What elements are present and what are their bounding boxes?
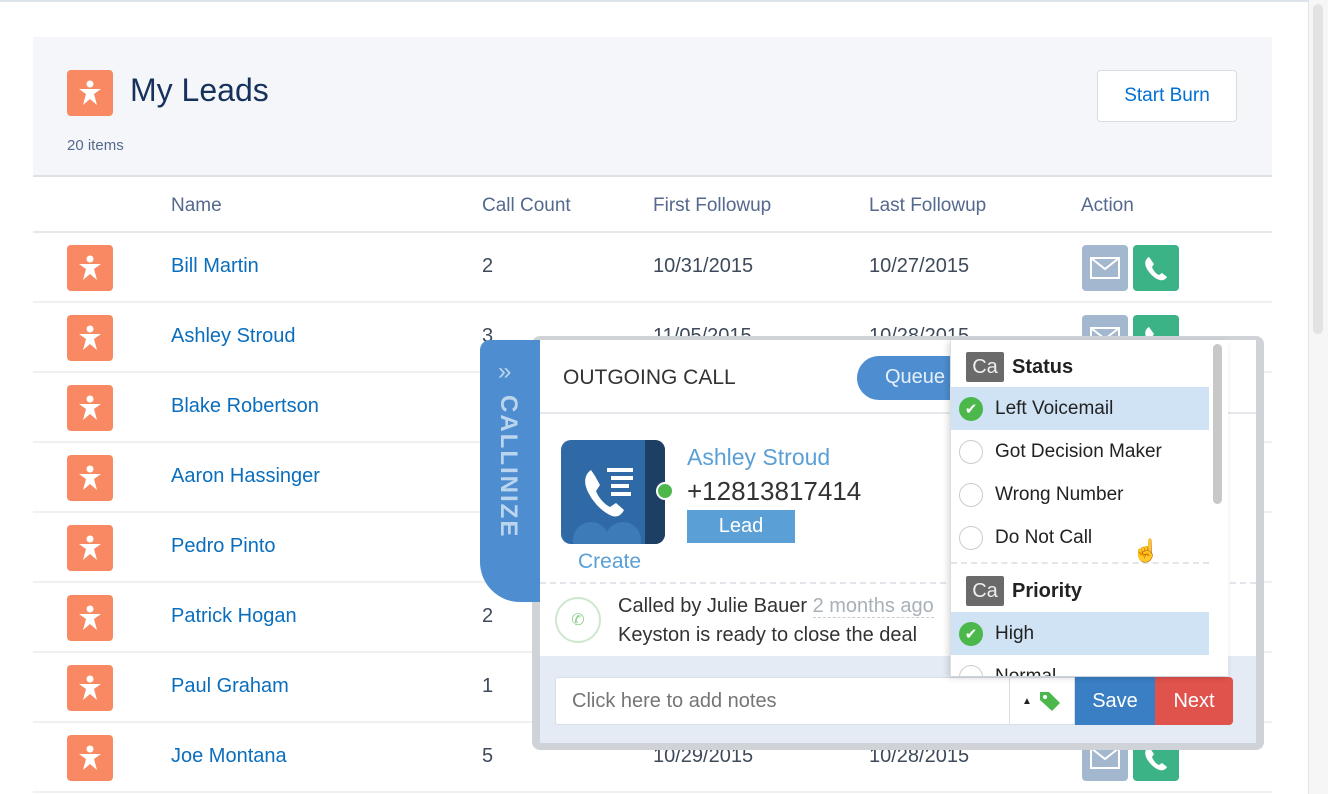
- radio-icon: [959, 664, 983, 676]
- item-count: 20 items: [67, 137, 124, 154]
- group-label: Status: [1012, 355, 1074, 378]
- option-normal[interactable]: Normal: [951, 655, 1209, 676]
- lead-icon: [67, 525, 113, 571]
- record-type-badge[interactable]: Lead: [687, 510, 795, 543]
- option-high[interactable]: ✔ High: [951, 612, 1209, 655]
- option-left-voicemail[interactable]: ✔ Left Voicemail: [951, 387, 1209, 430]
- lead-name-link[interactable]: Joe Montana: [171, 745, 287, 768]
- online-status-dot: [656, 482, 674, 500]
- lead-icon: [67, 455, 113, 501]
- column-header-first-followup[interactable]: First Followup: [653, 195, 771, 217]
- double-chevron-icon: »: [498, 358, 512, 385]
- group-badge: Ca: [966, 576, 1004, 606]
- brand-label: CALLINIZE: [495, 395, 522, 539]
- radio-icon: [959, 525, 983, 550]
- call-count: 5: [482, 745, 494, 767]
- mail-icon: [1090, 257, 1120, 279]
- call-button[interactable]: [1133, 245, 1179, 291]
- contact-phone: +12813817414: [687, 476, 862, 506]
- lead-icon: [67, 735, 113, 781]
- option-label: Do Not Call: [995, 526, 1093, 548]
- radio-icon: [959, 439, 983, 464]
- lead-icon: [67, 70, 113, 116]
- option-label: Normal: [995, 665, 1057, 677]
- table-row: Bill Martin 2 10/31/2015 10/27/2015: [33, 233, 1272, 303]
- lead-icon: [67, 315, 113, 361]
- check-icon: ✔: [959, 396, 983, 421]
- column-header-action: Action: [1081, 195, 1134, 216]
- divider: [951, 562, 1209, 564]
- phone-icon: [1145, 257, 1167, 281]
- last-followup: 10/27/2015: [869, 255, 970, 277]
- page-title: My Leads: [130, 72, 269, 108]
- lead-name-link[interactable]: Pedro Pinto: [171, 535, 276, 558]
- lead-icon: [67, 385, 113, 431]
- column-header-last-followup[interactable]: Last Followup: [869, 195, 986, 217]
- call-count: 2: [482, 255, 494, 277]
- history-note: Keyston is ready to close the deal: [618, 624, 918, 646]
- option-wrong-number[interactable]: Wrong Number: [951, 473, 1209, 516]
- tag-icon: [1039, 692, 1060, 711]
- create-link[interactable]: Create: [578, 550, 641, 574]
- scrollbar-thumb[interactable]: [1313, 4, 1323, 334]
- call-heading: OUTGOING CALL: [563, 366, 736, 389]
- call-history-icon: ✆: [555, 597, 601, 643]
- option-label: Left Voicemail: [995, 397, 1114, 419]
- call-count: 2: [482, 605, 494, 627]
- disposition-dropdown: Ca Status ✔ Left Voicemail Got Decision Ma…: [950, 340, 1228, 676]
- history-caller: Called by Julie Bauer 2 months ago: [618, 595, 934, 618]
- group-label: Priority: [1012, 579, 1083, 602]
- check-icon: ✔: [959, 621, 983, 646]
- lead-name-link[interactable]: Paul Graham: [171, 675, 289, 698]
- lead-icon: [67, 245, 113, 291]
- next-button[interactable]: Next: [1155, 677, 1233, 725]
- lead-icon: [67, 665, 113, 711]
- save-button[interactable]: Save: [1075, 677, 1155, 725]
- contact-name-link[interactable]: Ashley Stroud: [687, 444, 830, 471]
- lead-icon: [67, 595, 113, 641]
- dropdown-scrollbar[interactable]: [1213, 344, 1222, 504]
- notes-input[interactable]: [555, 677, 1010, 725]
- group-status-header: Ca Status: [966, 352, 1073, 382]
- call-count: 1: [482, 675, 494, 697]
- option-do-not-call[interactable]: Do Not Call: [951, 516, 1209, 559]
- radio-icon: [959, 482, 983, 507]
- caller-text: Called by Julie Bauer: [618, 595, 807, 617]
- option-label: Wrong Number: [995, 483, 1124, 505]
- lead-name-link[interactable]: Aaron Hassinger: [171, 465, 320, 488]
- caret-up-icon: ▲: [1022, 695, 1032, 707]
- first-followup: 10/31/2015: [653, 255, 754, 277]
- mail-icon: [1090, 747, 1120, 769]
- option-label: High: [995, 622, 1035, 644]
- email-button[interactable]: [1082, 245, 1128, 291]
- column-header-call-count[interactable]: Call Count: [482, 195, 571, 217]
- hand-cursor-icon: ☝: [1132, 538, 1160, 563]
- contact-avatar: [561, 440, 665, 544]
- callinize-collapse-tab[interactable]: » CALLINIZE: [480, 340, 542, 602]
- phone-book-icon: [573, 440, 665, 544]
- option-label: Got Decision Maker: [995, 440, 1162, 462]
- start-burn-button[interactable]: Start Burn: [1097, 70, 1237, 122]
- tag-dropdown-toggle[interactable]: ▲: [1009, 677, 1075, 725]
- option-got-decision-maker[interactable]: Got Decision Maker: [951, 430, 1209, 473]
- lead-name-link[interactable]: Bill Martin: [171, 255, 259, 278]
- column-header-name[interactable]: Name: [171, 195, 222, 217]
- group-badge: Ca: [966, 352, 1004, 382]
- lead-name-link[interactable]: Ashley Stroud: [171, 325, 296, 348]
- top-border: [0, 0, 1310, 2]
- lead-name-link[interactable]: Blake Robertson: [171, 395, 319, 418]
- history-time: 2 months ago: [812, 595, 934, 618]
- group-priority-header: Ca Priority: [966, 576, 1082, 606]
- lead-name-link[interactable]: Patrick Hogan: [171, 605, 297, 628]
